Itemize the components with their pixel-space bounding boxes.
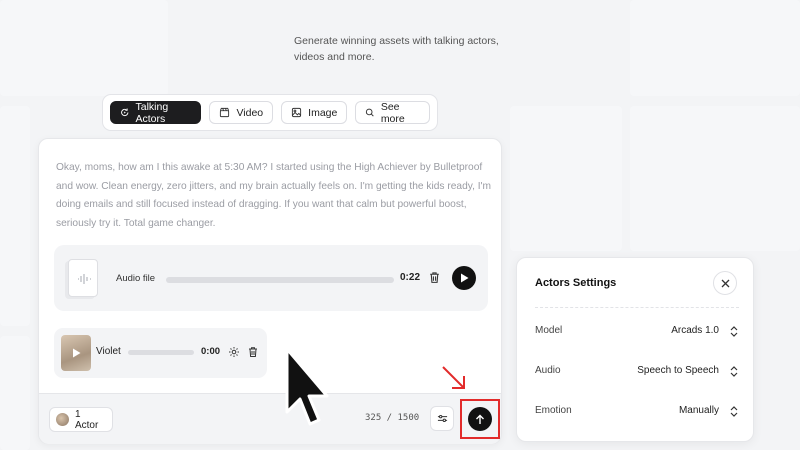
setting-value: Speech to Speech — [637, 365, 719, 376]
background-tile — [510, 106, 622, 251]
actor-avatar[interactable] — [61, 335, 91, 371]
trash-icon[interactable] — [428, 271, 441, 284]
tab-label: Video — [236, 106, 264, 119]
tab-image[interactable]: Image — [281, 101, 348, 124]
character-count: 325 / 1500 — [365, 413, 420, 423]
chevron-up-down-icon — [730, 326, 738, 337]
setting-model-select[interactable]: Model Arcads 1.0 — [535, 325, 739, 341]
actor-count-label: 1 Actor — [74, 408, 99, 431]
setting-value: Arcads 1.0 — [671, 325, 719, 336]
arrow-up-icon — [476, 414, 484, 424]
actor-item-violet: Violet 0:00 — [54, 328, 267, 378]
tab-talking-actors[interactable]: Talking Actors — [110, 100, 202, 125]
background-tile — [0, 106, 30, 326]
audio-file-label: Audio file — [116, 273, 156, 284]
close-button[interactable] — [713, 271, 737, 295]
gear-icon[interactable] — [228, 346, 240, 358]
image-icon — [292, 107, 302, 118]
composer-footer: 1 Actor 325 / 1500 — [39, 393, 501, 444]
setting-audio-select[interactable]: Audio Speech to Speech — [535, 365, 739, 381]
setting-value: Manually — [678, 405, 719, 416]
tagline: Generate winning assets with talking act… — [294, 35, 499, 63]
panel-title: Actors Settings — [535, 277, 617, 289]
setting-label: Audio — [535, 365, 561, 376]
actor-name: Violet — [96, 346, 121, 357]
play-icon — [72, 348, 80, 358]
trash-icon[interactable] — [247, 346, 259, 358]
setting-emotion-select[interactable]: Emotion Manually — [535, 405, 739, 421]
tab-label: Talking Actors — [135, 100, 169, 125]
chevron-up-down-icon — [730, 406, 738, 417]
audio-file-thumbnail — [68, 259, 98, 297]
audio-play-button[interactable] — [452, 266, 476, 290]
submit-highlight — [460, 399, 500, 439]
sliders-icon — [437, 414, 447, 423]
sparkle-refresh-icon — [121, 108, 129, 117]
clapperboard-icon — [220, 107, 230, 118]
actor-count-button[interactable]: 1 Actor — [49, 407, 113, 432]
close-icon — [721, 279, 729, 287]
tab-label: See more — [380, 100, 405, 125]
background-tile — [0, 336, 30, 450]
divider — [535, 307, 739, 308]
submit-button[interactable] — [468, 407, 492, 431]
mode-tabs: Talking Actors Video Image See more — [102, 94, 438, 131]
chevron-up-down-icon — [730, 366, 738, 377]
script-textarea[interactable]: Okay, moms, how am I this awake at 5:30 … — [56, 159, 496, 233]
mouse-cursor-icon — [285, 347, 329, 426]
actor-progress-bar[interactable] — [128, 350, 194, 355]
audio-file-player: Audio file 0:22 — [54, 245, 488, 311]
play-icon — [460, 273, 468, 283]
composer-card: Okay, moms, how am I this awake at 5:30 … — [38, 138, 502, 444]
annotation-arrow-icon — [442, 366, 465, 389]
audio-progress-bar[interactable] — [166, 277, 394, 283]
avatar — [56, 413, 69, 426]
waveform-icon — [78, 274, 91, 284]
background-tile — [0, 0, 168, 96]
tab-see-more[interactable]: See more — [355, 100, 430, 125]
audio-duration: 0:22 — [400, 272, 421, 283]
setting-label: Model — [535, 325, 563, 336]
actor-duration: 0:00 — [201, 346, 221, 357]
tab-label: Image — [308, 106, 338, 119]
tab-video[interactable]: Video — [209, 101, 274, 124]
settings-button[interactable] — [430, 406, 454, 431]
search-icon — [366, 108, 375, 117]
background-tile — [630, 106, 800, 251]
background-tile — [630, 0, 800, 96]
actors-settings-panel: Actors Settings Model Arcads 1.0 Audio S… — [516, 257, 754, 442]
setting-label: Emotion — [535, 405, 572, 416]
